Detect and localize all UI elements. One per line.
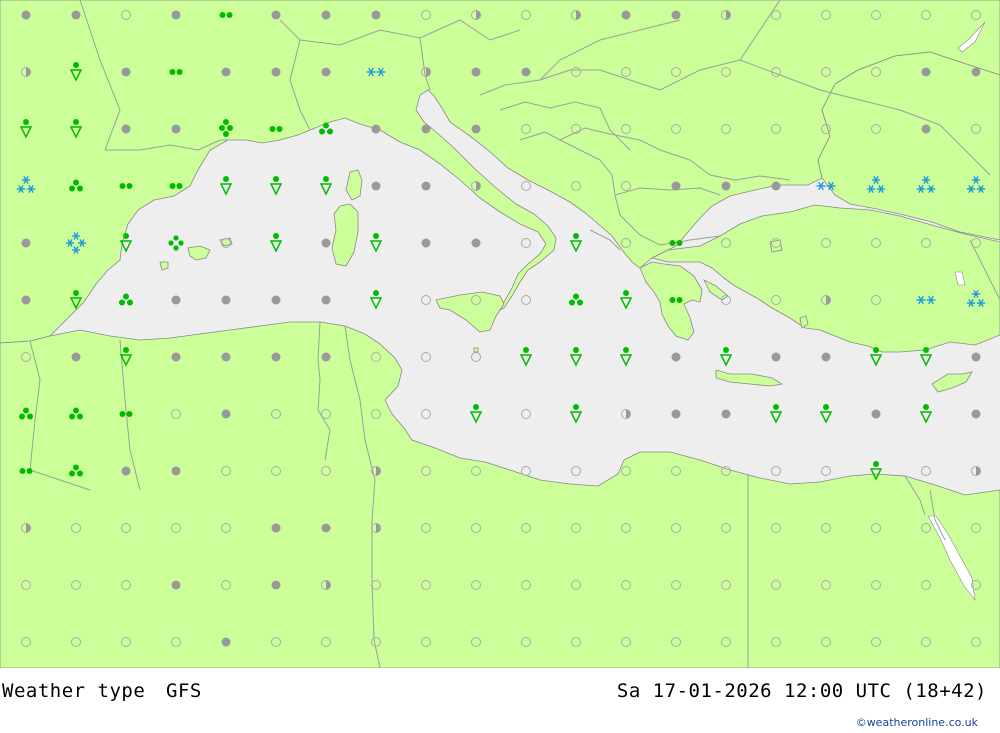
cloudy-symbol [21,10,31,20]
cloudy-symbol [321,523,331,533]
land-malta [473,347,479,353]
geography-layer [0,0,1000,668]
cloudy-symbol [871,409,881,419]
cloudy-symbol [721,181,731,191]
cloudy-symbol [221,352,231,362]
cloudy-symbol [121,124,131,134]
cloudy-symbol [671,181,681,191]
cloudy-symbol [321,10,331,20]
cloudy-symbol [371,124,381,134]
valid-time: Sa 17-01-2026 12:00 UTC (18+42) [616,680,987,702]
cloudy-symbol [271,523,281,533]
cloudy-symbol [421,238,431,248]
map-canvas [0,0,1000,668]
cloudy-symbol [971,67,981,77]
cloudy-symbol [221,637,231,647]
cloudy-symbol [321,67,331,77]
cloudy-symbol [71,10,81,20]
cloudy-symbol [71,352,81,362]
cloudy-symbol [471,67,481,77]
cloudy-symbol [321,238,331,248]
cloudy-symbol [21,295,31,305]
cloudy-symbol [471,238,481,248]
map-footer: Weather type GFS Sa 17-01-2026 12:00 UTC… [0,668,1000,733]
credit-link[interactable]: ©weatheronline.co.uk [856,716,978,729]
cloudy-symbol [321,352,331,362]
cloudy-symbol [271,10,281,20]
cloudy-symbol [371,181,381,191]
cloudy-symbol [321,295,331,305]
cloudy-symbol [671,352,681,362]
cloudy-symbol [771,352,781,362]
cloudy-symbol [171,10,181,20]
cloudy-symbol [271,580,281,590]
cloudy-symbol [271,352,281,362]
cloudy-symbol [171,295,181,305]
cloudy-symbol [671,409,681,419]
cloudy-symbol [621,10,631,20]
cloudy-symbol [421,181,431,191]
cloudy-symbol [721,409,731,419]
cloudy-symbol [521,67,531,77]
cloudy-symbol [371,10,381,20]
cloudy-symbol [671,10,681,20]
cloudy-symbol [121,466,131,476]
cloudy-symbol [471,124,481,134]
cloudy-symbol [271,67,281,77]
cloudy-symbol [221,295,231,305]
cloudy-symbol [421,124,431,134]
cloudy-symbol [771,181,781,191]
cloudy-symbol [221,67,231,77]
cloudy-symbol [921,124,931,134]
cloudy-symbol [171,124,181,134]
cloudy-symbol [171,352,181,362]
product-title: Weather type [2,680,146,702]
model-name: GFS [166,680,202,702]
cloudy-symbol [971,352,981,362]
cloudy-symbol [221,409,231,419]
weather-map [0,0,1000,668]
cloudy-symbol [171,466,181,476]
cloudy-symbol [921,67,931,77]
cloudy-symbol [21,238,31,248]
cloudy-symbol [271,295,281,305]
cloudy-symbol [171,580,181,590]
cloudy-symbol [971,409,981,419]
cloudy-symbol [121,67,131,77]
cloudy-symbol [821,352,831,362]
